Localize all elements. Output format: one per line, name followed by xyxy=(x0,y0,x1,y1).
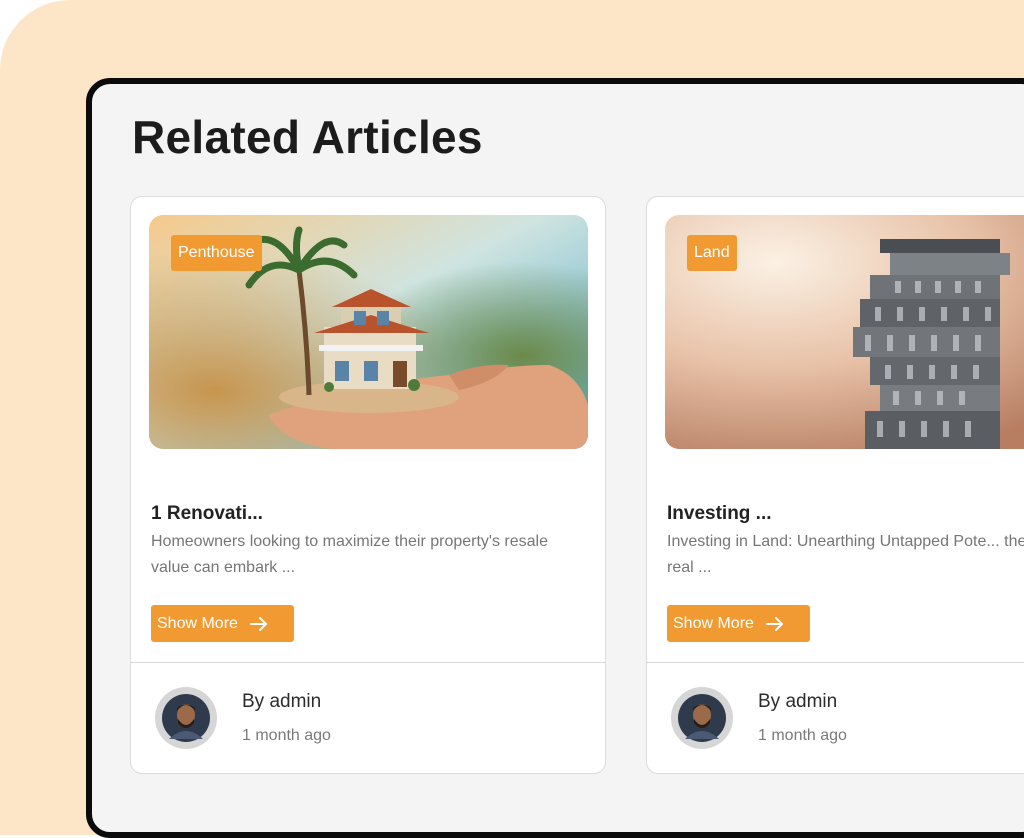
author-avatar xyxy=(155,687,217,749)
card-divider xyxy=(647,662,1024,663)
category-tag[interactable]: Penthouse xyxy=(171,235,262,271)
card-divider xyxy=(131,662,605,663)
article-card[interactable]: Land Investing ... Investing in Land: Un… xyxy=(646,196,1024,774)
author-name: By admin xyxy=(242,691,322,712)
show-more-button[interactable]: Show More xyxy=(667,605,810,642)
author-name: By admin xyxy=(758,691,838,712)
arrow-right-icon xyxy=(249,616,268,632)
article-image[interactable]: Land xyxy=(665,215,1024,449)
show-more-button[interactable]: Show More xyxy=(151,605,294,642)
post-date: 1 month ago xyxy=(758,727,847,744)
article-image[interactable]: Penthouse xyxy=(149,215,588,449)
author-avatar xyxy=(671,687,733,749)
article-title[interactable]: 1 Renovati... xyxy=(151,503,263,525)
category-tag[interactable]: Land xyxy=(687,235,737,271)
arrow-right-icon xyxy=(765,616,784,632)
section-title: Related Articles xyxy=(132,111,483,163)
show-more-label: Show More xyxy=(157,614,238,632)
post-date: 1 month ago xyxy=(242,727,331,744)
article-excerpt: Investing in Land: Unearthing Untapped P… xyxy=(667,533,1024,576)
article-excerpt: Homeowners looking to maximize their pro… xyxy=(151,533,548,576)
show-more-label: Show More xyxy=(673,614,754,632)
article-title[interactable]: Investing ... xyxy=(667,503,772,525)
browser-frame: Related Articles Penthouse 1 Renovati...… xyxy=(86,78,1024,838)
article-card[interactable]: Penthouse 1 Renovati... Homeowners looki… xyxy=(130,196,606,774)
